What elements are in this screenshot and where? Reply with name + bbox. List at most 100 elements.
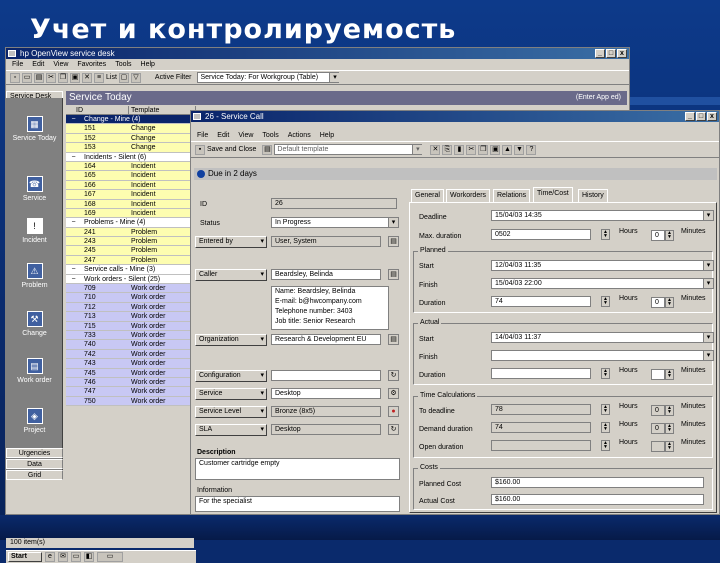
copy-icon[interactable]: ❐: [58, 72, 68, 83]
table-row[interactable]: 153 Change: [66, 143, 196, 153]
template-select[interactable]: Default template: [274, 144, 423, 155]
down-arrow-icon[interactable]: ▼: [514, 144, 525, 155]
view-select[interactable]: Service Today: For Workgroup (Table): [197, 72, 340, 83]
caller-lookup-icon[interactable]: ▤: [388, 269, 399, 280]
max-duration-spinner[interactable]: ▲ ▼: [601, 229, 610, 240]
menu-file[interactable]: File: [12, 59, 23, 70]
table-row[interactable]: 743 Work order: [66, 359, 196, 369]
print-dialog-icon[interactable]: ▤: [262, 144, 273, 155]
table-row[interactable]: 712 Work order: [66, 302, 196, 313]
table-row[interactable]: 164 Incident: [66, 161, 196, 172]
planned-minutes-spinner[interactable]: ▲ ▼: [665, 297, 674, 308]
collapse-icon[interactable]: −: [66, 115, 81, 123]
taskbar-ie-icon[interactable]: e: [45, 552, 55, 562]
table-row[interactable]: 715 Work order: [66, 321, 196, 331]
organization-button[interactable]: Organization: [195, 334, 267, 346]
lock-icon[interactable]: ▮: [454, 144, 465, 155]
paste-icon[interactable]: ▣: [70, 72, 80, 83]
table-row[interactable]: 742 Work order: [66, 349, 196, 360]
dialog-minimize-button[interactable]: _: [685, 112, 695, 121]
dialog-close-button[interactable]: x: [707, 112, 717, 121]
up-arrow-icon[interactable]: ▲: [502, 144, 513, 155]
close-button[interactable]: x: [617, 49, 627, 58]
table-row[interactable]: 733 Work order: [66, 330, 196, 341]
new-icon[interactable]: ▫: [10, 72, 20, 83]
table-row[interactable]: 152 Change: [66, 133, 196, 144]
sidebar-item-work-order[interactable]: ▤ Work order: [6, 358, 63, 384]
actual-duration-spinner[interactable]: ▲ ▼: [601, 368, 610, 379]
table-row[interactable]: 243 Problem: [66, 237, 196, 247]
menu-view[interactable]: View: [53, 59, 68, 70]
sidebar-item-service[interactable]: ☎ Service: [6, 176, 63, 202]
table-row[interactable]: 747 Work order: [66, 387, 196, 397]
group-row[interactable]: − Problems - Mine (4): [66, 218, 196, 228]
tab-workorders[interactable]: Workorders: [446, 189, 491, 202]
planned-duration-spinner[interactable]: ▲ ▼: [601, 296, 610, 307]
taskbar-window-icon[interactable]: ▭: [97, 552, 123, 562]
sidebar-item-change[interactable]: ⚒ Change: [6, 311, 63, 337]
entered-by-lookup-icon[interactable]: ▤: [388, 236, 399, 247]
description-field[interactable]: Customer cartridge empty: [195, 458, 400, 480]
window-icon[interactable]: ▢: [118, 72, 129, 83]
sidebar-footer-urgencies[interactable]: Urgencies: [6, 448, 63, 458]
start-button[interactable]: Start: [8, 552, 42, 562]
max-duration-minutes-spinner[interactable]: ▲ ▼: [665, 230, 674, 241]
actual-minutes-spinner[interactable]: ▲ ▼: [665, 369, 674, 380]
tab-time-cost[interactable]: Time/Cost: [533, 187, 573, 202]
max-duration-field[interactable]: 0502: [491, 229, 591, 240]
delete-icon[interactable]: ✕: [82, 72, 92, 83]
table-row[interactable]: 740 Work order: [66, 340, 196, 350]
organization-lookup-icon[interactable]: ▤: [388, 334, 399, 345]
table-row[interactable]: 241 Problem: [66, 227, 196, 238]
configuration-lookup-icon[interactable]: ↻: [388, 370, 399, 381]
dialog-maximize-button[interactable]: □: [696, 112, 706, 121]
table-row[interactable]: 167 Incident: [66, 190, 196, 200]
dialog-menu-tools[interactable]: Tools: [262, 130, 278, 141]
sidebar-item-problem[interactable]: ⚠ Problem: [6, 263, 63, 289]
service-field[interactable]: Desktop: [271, 388, 381, 399]
information-field[interactable]: For the specialist: [195, 496, 400, 512]
service-button[interactable]: Service: [195, 388, 267, 400]
taskbar-app-icon[interactable]: ◧: [84, 552, 94, 562]
menu-favorites[interactable]: Favorites: [77, 59, 106, 70]
max-duration-minutes-field[interactable]: 0: [651, 230, 665, 241]
group-row[interactable]: − Incidents - Silent (6): [66, 152, 196, 162]
status-dropdown-arrow[interactable]: ▾: [388, 217, 399, 228]
service-level-button[interactable]: Service Level: [195, 406, 267, 418]
actual-cost-field[interactable]: $160.00: [491, 494, 704, 505]
table-row[interactable]: 165 Incident: [66, 171, 196, 181]
filter-icon[interactable]: ▽: [130, 72, 141, 83]
taskbar-outlook-icon[interactable]: ✉: [58, 552, 68, 562]
deadline-dropdown-arrow[interactable]: ▾: [703, 210, 714, 221]
list-icon[interactable]: ≡: [94, 72, 104, 83]
print-icon[interactable]: ▤: [34, 72, 44, 83]
table-row[interactable]: 713 Work order: [66, 312, 196, 322]
cut-icon[interactable]: ✂: [46, 72, 56, 83]
cut-dialog-icon[interactable]: ✂: [466, 144, 477, 155]
actual-finish-field[interactable]: [491, 350, 704, 361]
table-row[interactable]: 746 Work order: [66, 377, 196, 388]
sla-button[interactable]: SLA: [195, 424, 267, 436]
configuration-field[interactable]: [271, 370, 381, 381]
entered-by-button[interactable]: Entered by: [195, 236, 267, 248]
minimize-button[interactable]: _: [595, 49, 605, 58]
table-row[interactable]: 168 Incident: [66, 199, 196, 209]
actual-duration-field[interactable]: [491, 368, 591, 379]
dialog-menu-edit[interactable]: Edit: [217, 130, 229, 141]
table-row[interactable]: 169 Incident: [66, 208, 196, 219]
save-and-close-button[interactable]: Save and Close: [207, 146, 256, 153]
sidebar-item-service-today[interactable]: ▦ Service Today: [6, 116, 63, 142]
sidebar-footer-grid[interactable]: Grid: [6, 470, 63, 480]
save-icon[interactable]: ▪: [195, 144, 205, 155]
table-row[interactable]: 709 Work order: [66, 284, 196, 294]
dialog-menu-actions[interactable]: Actions: [288, 130, 311, 141]
caller-button[interactable]: Caller: [195, 269, 267, 281]
planned-duration-field[interactable]: 74: [491, 296, 591, 307]
collapse-icon[interactable]: −: [66, 265, 81, 273]
deadline-field[interactable]: 15/04/03 14:35: [491, 210, 704, 221]
actual-finish-dropdown-arrow[interactable]: ▾: [703, 350, 714, 361]
planned-minutes-field[interactable]: 0: [651, 297, 665, 308]
collapse-icon[interactable]: −: [66, 275, 81, 283]
sidebar-item-incident[interactable]: ! Incident: [6, 218, 63, 244]
status-select[interactable]: In Progress: [271, 217, 389, 228]
